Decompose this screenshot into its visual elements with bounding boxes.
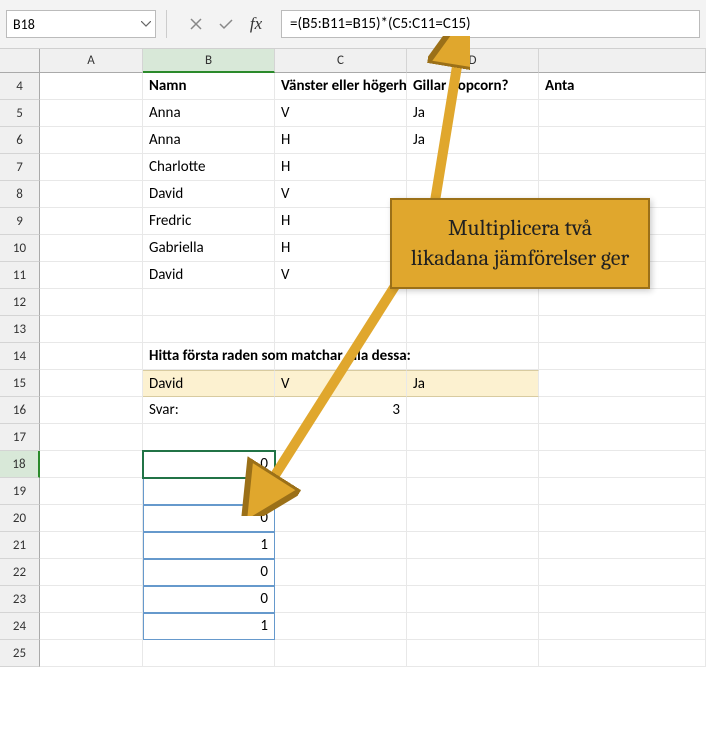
cell-C23[interactable]: [275, 586, 407, 613]
row-header-19[interactable]: 19: [0, 478, 40, 505]
cell-D25[interactable]: [407, 640, 539, 667]
cell-C22[interactable]: [275, 559, 407, 586]
cell-E22[interactable]: [539, 559, 706, 586]
cell-E18[interactable]: [539, 451, 706, 478]
cell-D22[interactable]: [407, 559, 539, 586]
cell-A9[interactable]: [40, 208, 143, 235]
cell-E7[interactable]: [539, 154, 706, 181]
cell-D24[interactable]: [407, 613, 539, 640]
name-box-dropdown-icon[interactable]: [139, 17, 153, 31]
cell-E24[interactable]: [539, 613, 706, 640]
row-header-17[interactable]: 17: [0, 424, 40, 451]
row-header-6[interactable]: 6: [0, 127, 40, 154]
cell-A25[interactable]: [40, 640, 143, 667]
enter-icon[interactable]: [215, 13, 237, 35]
row-header-16[interactable]: 16: [0, 397, 40, 424]
cell-A4[interactable]: [40, 73, 143, 100]
cell-B21[interactable]: 1: [143, 532, 275, 559]
name-box-container: [6, 10, 156, 38]
row-header-21[interactable]: 21: [0, 532, 40, 559]
cell-C25[interactable]: [275, 640, 407, 667]
cell-B23[interactable]: 0: [143, 586, 275, 613]
cell-A20[interactable]: [40, 505, 143, 532]
col-header-A[interactable]: A: [40, 49, 143, 73]
row-header-18[interactable]: 18: [0, 451, 40, 478]
cell-A10[interactable]: [40, 235, 143, 262]
row-header-14[interactable]: 14: [0, 343, 40, 370]
row-header-5[interactable]: 5: [0, 100, 40, 127]
cell-E6[interactable]: [539, 127, 706, 154]
row-header-13[interactable]: 13: [0, 316, 40, 343]
cell-B24[interactable]: 1: [143, 613, 275, 640]
cell-A8[interactable]: [40, 181, 143, 208]
cell-A15[interactable]: [40, 370, 143, 397]
cell-C24[interactable]: [275, 613, 407, 640]
cell-A18[interactable]: [40, 451, 143, 478]
formula-input[interactable]: [281, 10, 700, 38]
cell-A24[interactable]: [40, 613, 143, 640]
cell-E13[interactable]: [539, 316, 706, 343]
formula-actions: fx: [177, 13, 275, 35]
row-header-25[interactable]: 25: [0, 640, 40, 667]
row-header-20[interactable]: 20: [0, 505, 40, 532]
cell-E25[interactable]: [539, 640, 706, 667]
cell-A7[interactable]: [40, 154, 143, 181]
row-header-24[interactable]: 24: [0, 613, 40, 640]
cell-A19[interactable]: [40, 478, 143, 505]
cell-D21[interactable]: [407, 532, 539, 559]
row-header-15[interactable]: 15: [0, 370, 40, 397]
row-header-8[interactable]: 8: [0, 181, 40, 208]
cancel-icon[interactable]: [185, 13, 207, 35]
separator: [166, 10, 167, 38]
row-header-7[interactable]: 7: [0, 154, 40, 181]
row-header-22[interactable]: 22: [0, 559, 40, 586]
callout-text: Multiplicera två likadana jämförelser ge…: [411, 215, 629, 271]
row-header-9[interactable]: 9: [0, 208, 40, 235]
row-header-23[interactable]: 23: [0, 586, 40, 613]
cell-E19[interactable]: [539, 478, 706, 505]
cell-A22[interactable]: [40, 559, 143, 586]
cell-E15[interactable]: [539, 370, 706, 397]
cell-E12[interactable]: [539, 289, 706, 316]
select-all-corner[interactable]: [0, 49, 40, 73]
row-header-11[interactable]: 11: [0, 262, 40, 289]
cell-A17[interactable]: [40, 424, 143, 451]
cell-E16[interactable]: [539, 397, 706, 424]
cell-E17[interactable]: [539, 424, 706, 451]
cell-E20[interactable]: [539, 505, 706, 532]
cell-E5[interactable]: [539, 100, 706, 127]
cell-A12[interactable]: [40, 289, 143, 316]
cell-E4[interactable]: Anta: [539, 73, 706, 100]
cell-A23[interactable]: [40, 586, 143, 613]
cell-E23[interactable]: [539, 586, 706, 613]
cell-E21[interactable]: [539, 532, 706, 559]
row-header-10[interactable]: 10: [0, 235, 40, 262]
col-header-extra[interactable]: [539, 49, 706, 73]
row-header-4[interactable]: 4: [0, 73, 40, 100]
cell-A11[interactable]: [40, 262, 143, 289]
cell-B25[interactable]: [143, 640, 275, 667]
cell-A5[interactable]: [40, 100, 143, 127]
cell-A14[interactable]: [40, 343, 143, 370]
cell-A6[interactable]: [40, 127, 143, 154]
cell-A13[interactable]: [40, 316, 143, 343]
cell-C21[interactable]: [275, 532, 407, 559]
cell-D23[interactable]: [407, 586, 539, 613]
row-header-12[interactable]: 12: [0, 289, 40, 316]
callout-box: Multiplicera två likadana jämförelser ge…: [390, 198, 650, 289]
cell-A21[interactable]: [40, 532, 143, 559]
cell-B22[interactable]: 0: [143, 559, 275, 586]
fx-icon[interactable]: fx: [245, 13, 267, 35]
name-box[interactable]: [6, 10, 156, 38]
cell-E14[interactable]: [539, 343, 706, 370]
cell-A16[interactable]: [40, 397, 143, 424]
